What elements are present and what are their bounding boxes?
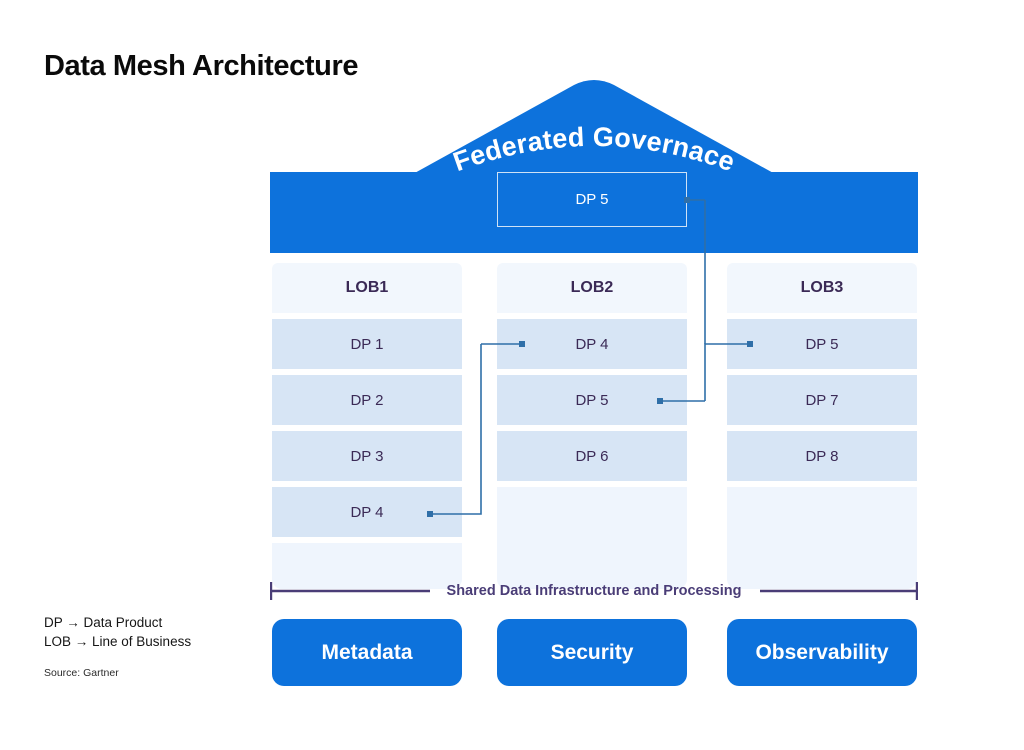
lob-column-3-header: LOB3 <box>727 263 917 313</box>
legend-dp: DP → Data Product <box>44 615 163 630</box>
pillar-observability-label: Observability <box>755 640 889 664</box>
column-footer-spacer <box>727 487 917 589</box>
pillar-security[interactable]: Security <box>497 619 687 686</box>
data-product-row[interactable]: DP 4 <box>272 487 462 537</box>
governance-data-product-label: DP 5 <box>575 191 609 208</box>
data-product-row[interactable]: DP 5 <box>727 319 917 369</box>
data-product-row[interactable]: DP 8 <box>727 431 917 481</box>
data-product-row[interactable]: DP 5 <box>497 375 687 425</box>
source-attribution: Source: Gartner <box>44 667 119 679</box>
legend-lob: LOB → Line of Business <box>44 634 192 649</box>
diagram-canvas: Data Mesh Architecture Federated Governa… <box>0 0 1024 750</box>
lob-column-3: LOB3 DP 5 DP 7 DP 8 <box>727 263 917 595</box>
pillar-security-label: Security <box>550 640 634 664</box>
lob-column-2: LOB2 DP 4 DP 5 DP 6 <box>497 263 687 595</box>
legend: DP → Data Product LOB → Line of Business <box>44 613 191 651</box>
column-footer-spacer <box>497 487 687 589</box>
governance-data-product-box[interactable]: DP 5 <box>497 172 687 227</box>
lob-column-2-header: LOB2 <box>497 263 687 313</box>
shared-infrastructure-bracket: Shared Data Infrastructure and Processin… <box>269 578 919 604</box>
lob-column-1: LOB1 DP 1 DP 2 DP 3 DP 4 <box>272 263 462 595</box>
lob-column-1-header: LOB1 <box>272 263 462 313</box>
data-product-row[interactable]: DP 4 <box>497 319 687 369</box>
data-product-row[interactable]: DP 6 <box>497 431 687 481</box>
data-product-row[interactable]: DP 1 <box>272 319 462 369</box>
pillar-metadata-label: Metadata <box>321 640 413 664</box>
data-product-row[interactable]: DP 3 <box>272 431 462 481</box>
pillar-metadata[interactable]: Metadata <box>272 619 462 686</box>
shared-infrastructure-label: Shared Data Infrastructure and Processin… <box>446 583 742 599</box>
pillar-observability[interactable]: Observability <box>727 619 917 686</box>
data-product-row[interactable]: DP 2 <box>272 375 462 425</box>
data-product-row[interactable]: DP 7 <box>727 375 917 425</box>
